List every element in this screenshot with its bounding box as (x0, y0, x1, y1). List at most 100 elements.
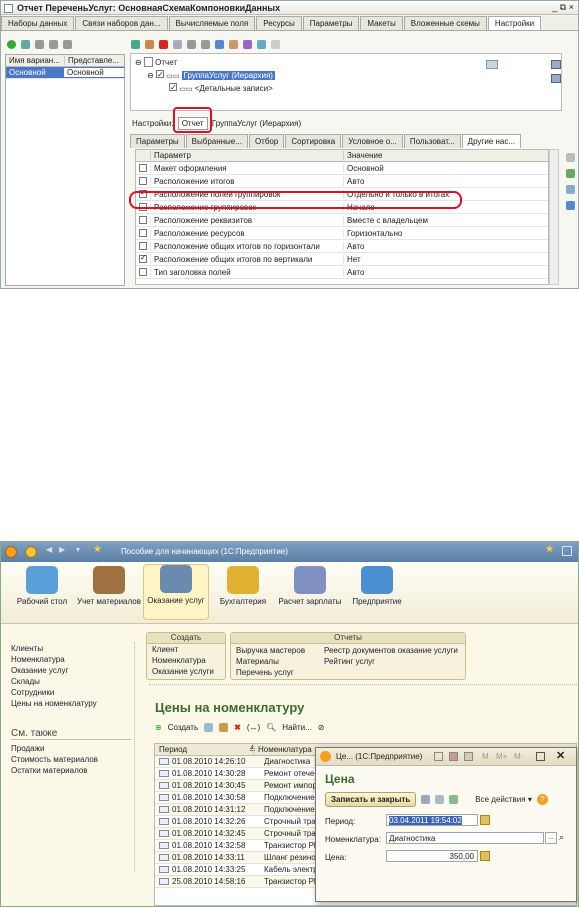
detail-checkbox[interactable] (169, 81, 177, 94)
memory-plus-button[interactable]: M+ (496, 752, 507, 761)
variant-row[interactable]: Основной Основной (6, 67, 124, 79)
create-item[interactable]: Номенклатура (147, 655, 225, 666)
add-icon[interactable] (7, 39, 16, 49)
settings-tab-6[interactable]: Другие нас... (461, 134, 522, 148)
table-icon[interactable] (229, 39, 238, 49)
report-link[interactable]: Перечень услуг (231, 667, 305, 678)
report-link[interactable]: Реестр документов оказание услуги (319, 645, 458, 656)
use-checkbox[interactable] (139, 253, 147, 263)
use-checkbox[interactable] (139, 164, 147, 172)
memory-button[interactable]: M (482, 752, 489, 761)
param-value[interactable]: Авто (343, 267, 543, 277)
delete-icon[interactable] (35, 39, 44, 49)
pencil-icon[interactable] (566, 153, 575, 162)
table-view-icon[interactable] (486, 60, 498, 69)
use-checkbox[interactable] (139, 229, 147, 237)
tab-6[interactable]: Вложенные схемы (403, 16, 487, 30)
group-icon[interactable] (215, 39, 224, 49)
star-icon[interactable]: ★ (93, 544, 102, 555)
nav-item[interactable]: Склады (11, 677, 97, 688)
param-row[interactable]: Расположение ресурсов Горизонтально (136, 227, 548, 240)
nom-col-header[interactable]: Номенклатура (253, 744, 312, 755)
price-field[interactable]: 350,00 (386, 850, 478, 862)
tree-detail[interactable]: ▭▭ <Детальные записи> (135, 81, 275, 95)
nav-item[interactable]: Номенклатура (11, 655, 97, 666)
see-also-item[interactable]: Продажи (11, 744, 98, 755)
param-row[interactable]: Тип заголовка полей Авто (136, 266, 548, 279)
nav-item[interactable]: Клиенты (11, 644, 97, 655)
cancel-search-icon[interactable]: ⊘ (318, 723, 325, 732)
calculator-icon[interactable] (464, 752, 473, 761)
param-row[interactable]: Расположение общих итогов по горизонтали… (136, 240, 548, 253)
add-grouping-icon[interactable] (131, 39, 140, 49)
use-checkbox[interactable] (139, 268, 147, 276)
all-actions-menu[interactable]: Все действия ▾ (475, 795, 532, 804)
tab-3[interactable]: Ресурсы (256, 16, 302, 30)
group-settings-link[interactable]: ГруппаУслуг (Иерархия) (212, 119, 301, 128)
nested-icon[interactable] (257, 39, 266, 49)
settings-tab-1[interactable]: Выбранные... (185, 134, 248, 148)
copy-icon[interactable] (204, 723, 214, 732)
dropdown-icon[interactable]: ▾ (76, 545, 80, 554)
period-field[interactable]: 03.04.2011 19:54:02 (386, 814, 478, 826)
save-icon[interactable] (421, 795, 431, 804)
section-3[interactable]: Бухгалтерия (210, 566, 276, 606)
back-icon[interactable]: ◀ (46, 545, 52, 554)
param-row[interactable]: Расположение итогов Авто (136, 175, 548, 188)
use-checkbox[interactable] (139, 242, 147, 250)
use-checkbox[interactable] (139, 177, 147, 185)
tab-2[interactable]: Вычисляемые поля (168, 16, 256, 30)
copy-icon[interactable] (435, 795, 445, 804)
delete-icon[interactable]: ✖ (234, 723, 241, 732)
info-icon[interactable] (562, 546, 572, 556)
period-col-header[interactable]: Период (155, 744, 249, 755)
settings-tab-5[interactable]: Пользоват... (403, 134, 461, 148)
split-icon[interactable] (271, 39, 280, 49)
section-0[interactable]: Рабочий стол (9, 566, 75, 606)
group-checkbox[interactable] (155, 68, 164, 81)
print-icon[interactable] (449, 752, 458, 761)
favorites-icon[interactable]: ★ (545, 544, 554, 555)
section-2[interactable]: Оказание услуг (143, 564, 209, 620)
params-scrollbar[interactable] (549, 149, 559, 285)
param-row[interactable]: Расположение общих итогов по вертикалиНе… (136, 253, 548, 266)
create-item[interactable]: Оказание услуги (147, 666, 225, 677)
move-down-icon[interactable] (63, 39, 72, 49)
choose-button[interactable]: ... (545, 832, 557, 844)
section-5[interactable]: Предприятие (344, 566, 410, 606)
check-list-icon[interactable] (566, 169, 575, 178)
delete-icon[interactable] (159, 39, 168, 49)
tab-4[interactable]: Параметры (302, 16, 360, 30)
see-also-item[interactable]: Стоимость материалов (11, 755, 98, 766)
param-value[interactable]: Горизонтально (343, 228, 543, 238)
refresh-icon[interactable] (449, 795, 459, 804)
param-value[interactable]: Авто (343, 176, 543, 186)
report-link[interactable]: Материалы (231, 656, 305, 667)
memory-minus-button[interactable]: M- (514, 752, 523, 761)
move-up-icon[interactable] (187, 39, 196, 49)
tab-0[interactable]: Наборы данных (1, 16, 75, 30)
calendar-icon[interactable] (480, 815, 490, 825)
menu-icon[interactable] (25, 546, 37, 558)
nomenclature-field[interactable]: Диагностика (386, 832, 544, 844)
nav-item[interactable]: Цены на номенклатуру (11, 699, 97, 710)
report-link[interactable]: Рейтинг услуг (319, 656, 458, 667)
save-close-button[interactable]: Записать и закрыть (325, 792, 417, 807)
param-value[interactable]: Основной (343, 163, 543, 173)
use-checkbox[interactable] (139, 216, 147, 224)
calculator-icon[interactable] (480, 851, 490, 861)
param-value[interactable]: Нет (343, 254, 543, 264)
tree-group[interactable]: ⊖ ▭▭ ГруппаУслуг (Иерархия) (135, 68, 275, 82)
param-value[interactable]: Вместе с владельцем (343, 215, 543, 225)
param-value[interactable]: Авто (343, 241, 543, 251)
close-icon[interactable]: ✕ (556, 749, 565, 762)
settings-tab-4[interactable]: Условное о... (342, 134, 403, 148)
param-row[interactable]: Макет оформления Основной (136, 162, 548, 175)
maximize-icon[interactable] (536, 752, 545, 761)
1c-logo-icon[interactable] (5, 546, 17, 558)
chart-icon[interactable] (243, 39, 252, 49)
search-link-icon[interactable]: (↔) (247, 723, 260, 732)
settings-tab-2[interactable]: Отбор (248, 134, 285, 148)
search-icon[interactable]: ⌕ (559, 832, 564, 843)
help-icon[interactable]: ? (536, 794, 548, 805)
